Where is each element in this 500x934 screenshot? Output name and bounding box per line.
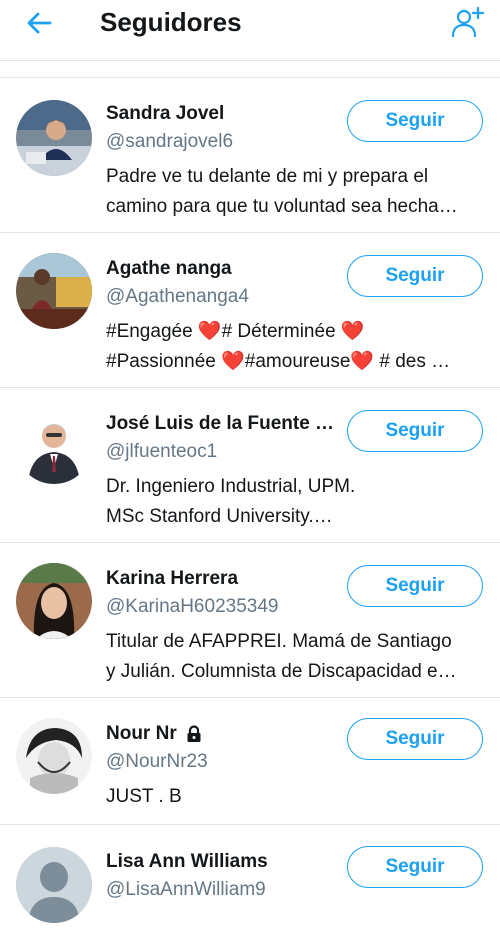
- list-item[interactable]: José Luis de la Fuente … @jlfuenteoc1 Dr…: [0, 387, 500, 542]
- follower-name[interactable]: Agathe nanga: [106, 258, 232, 280]
- list-item[interactable]: Sandra Jovel @sandrajovel6 Padre ve tu d…: [0, 77, 500, 232]
- bio-line: MSc Stanford University.…: [106, 506, 333, 527]
- follower-handle: @jlfuenteoc1: [106, 441, 218, 462]
- add-user-button[interactable]: [450, 4, 486, 40]
- lock-icon: [187, 725, 201, 742]
- follow-button[interactable]: Seguir: [347, 718, 483, 760]
- top-bar: Seguidores: [0, 0, 500, 50]
- arrow-left-icon: [27, 12, 52, 34]
- list-item[interactable]: Lisa Ann Williams @LisaAnnWilliam9 Segui…: [0, 824, 500, 934]
- default-profile-icon: [16, 847, 92, 923]
- bio-line: Padre ve tu delante de mi y prepara el: [106, 166, 429, 187]
- follower-bio: Titular de AFAPPREI. Mamá de Santiago y …: [106, 627, 486, 687]
- follower-handle: @Agathenanga4: [106, 286, 249, 307]
- avatar[interactable]: [16, 100, 92, 176]
- avatar[interactable]: [16, 408, 92, 484]
- back-button[interactable]: [22, 6, 56, 40]
- follower-name[interactable]: José Luis de la Fuente …: [106, 413, 334, 435]
- avatar[interactable]: [16, 847, 92, 923]
- follower-name[interactable]: Sandra Jovel: [106, 103, 224, 125]
- follower-handle: @KarinaH60235349: [106, 596, 279, 617]
- page-title: Seguidores: [100, 7, 242, 37]
- list-item[interactable]: Karina Herrera @KarinaH60235349 Titular …: [0, 542, 500, 697]
- bio-line: y Julián. Columnista de Discapacidad e…: [106, 661, 457, 682]
- follower-name[interactable]: Karina Herrera: [106, 568, 238, 590]
- follower-name-text: Nour Nr: [106, 723, 177, 744]
- avatar-photo: [16, 563, 92, 639]
- avatar-photo: [16, 100, 92, 176]
- follower-handle: @LisaAnnWilliam9: [106, 879, 266, 900]
- add-user-icon: [451, 6, 485, 38]
- follower-handle: @sandrajovel6: [106, 131, 234, 152]
- bio-line: Titular de AFAPPREI. Mamá de Santiago: [106, 631, 452, 652]
- avatar[interactable]: [16, 718, 92, 794]
- avatar[interactable]: [16, 253, 92, 329]
- follower-name[interactable]: Nour Nr: [106, 723, 203, 745]
- followers-list: Sandra Jovel @sandrajovel6 Padre ve tu d…: [0, 77, 500, 934]
- follow-button[interactable]: Seguir: [347, 100, 483, 142]
- follow-button[interactable]: Seguir: [347, 255, 483, 297]
- follower-bio: Padre ve tu delante de mi y prepara el c…: [106, 162, 486, 222]
- header-divider: [0, 60, 500, 61]
- follow-button[interactable]: Seguir: [347, 565, 483, 607]
- follow-button[interactable]: Seguir: [347, 410, 483, 452]
- follow-button[interactable]: Seguir: [347, 846, 483, 888]
- follower-bio: JUST . B: [106, 782, 486, 812]
- bio-line: Dr. Ingeniero Industrial, UPM.: [106, 476, 356, 497]
- avatar-photo: [16, 408, 92, 484]
- follower-handle: @NourNr23: [106, 751, 208, 772]
- avatar-photo: [16, 718, 92, 794]
- bio-line: camino para que tu voluntad sea hecha…: [106, 196, 458, 217]
- avatar[interactable]: [16, 563, 92, 639]
- bio-line: JUST . B: [106, 786, 182, 807]
- avatar-photo: [16, 253, 92, 329]
- bio-line: #Passionnée ❤️#amoureuse❤️ # des …: [106, 351, 451, 372]
- list-item[interactable]: Nour Nr @NourNr23 JUST . B Seguir: [0, 697, 500, 824]
- follower-bio: #Engagée ❤️# Déterminée ❤️ #Passionnée ❤…: [106, 317, 486, 377]
- bio-line: #Engagée ❤️# Déterminée ❤️: [106, 321, 365, 342]
- follower-name[interactable]: Lisa Ann Williams: [106, 851, 268, 873]
- list-item[interactable]: Agathe nanga @Agathenanga4 #Engagée ❤️# …: [0, 232, 500, 387]
- follower-bio: Dr. Ingeniero Industrial, UPM. MSc Stanf…: [106, 472, 486, 532]
